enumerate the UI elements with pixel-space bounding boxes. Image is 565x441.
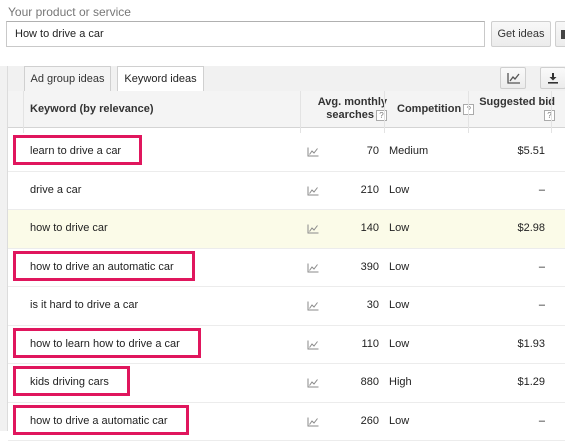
column-suggested-bid-header[interactable]: Suggested bid ?	[476, 96, 555, 122]
left-margin	[0, 66, 8, 431]
suggested-bid-cell: –	[478, 287, 545, 324]
tab-keyword-ideas[interactable]: Keyword ideas	[117, 66, 204, 92]
column-avg-searches-header[interactable]: Avg. monthly searches?	[314, 96, 387, 122]
trend-chart-icon[interactable]	[307, 301, 319, 311]
options-icon	[561, 30, 565, 39]
trend-chart-icon[interactable]	[307, 224, 319, 234]
searches-cell: 390	[328, 249, 379, 286]
column-keyword-header[interactable]: Keyword (by relevance)	[30, 103, 154, 115]
help-icon[interactable]: ?	[376, 110, 387, 121]
table-row[interactable]: drive a car 210 Low –	[8, 172, 565, 211]
trend-chart-icon[interactable]	[307, 340, 319, 350]
competition-cell: Low	[389, 287, 409, 324]
avg-header-line2: searches	[326, 109, 374, 121]
keyword-cell[interactable]: how to drive car	[30, 210, 108, 247]
keyword-cell[interactable]: is it hard to drive a car	[30, 287, 138, 324]
annotation-highlight-box	[13, 405, 189, 435]
suggested-bid-cell: –	[478, 403, 545, 440]
searches-cell: 110	[328, 326, 379, 363]
annotation-highlight-box	[13, 251, 195, 281]
product-label: Your product or service	[8, 5, 131, 19]
bid-header-label: Suggested bid	[479, 96, 555, 108]
tab-ad-group-ideas[interactable]: Ad group ideas	[24, 66, 111, 91]
competition-cell: Low	[389, 249, 409, 286]
trend-chart-icon[interactable]	[307, 378, 319, 388]
download-icon	[547, 72, 559, 84]
avg-header-line1: Avg. monthly	[318, 96, 387, 108]
table-row[interactable]: how to drive car 140 Low $2.98	[8, 210, 565, 249]
searches-cell: 880	[328, 364, 379, 401]
table-header: Keyword (by relevance) Avg. monthly sear…	[8, 91, 565, 128]
searches-cell: 140	[328, 210, 379, 247]
competition-cell: Medium	[389, 133, 428, 170]
competition-cell: Low	[389, 403, 409, 440]
searches-cell: 70	[328, 133, 379, 170]
suggested-bid-cell: –	[478, 172, 545, 209]
searches-cell: 30	[328, 287, 379, 324]
suggested-bid-cell: $5.51	[478, 133, 545, 170]
trend-chart-icon[interactable]	[307, 263, 319, 273]
suggested-bid-cell: $1.29	[478, 364, 545, 401]
competition-cell: High	[389, 364, 412, 401]
annotation-highlight-box	[13, 328, 201, 358]
chart-toggle-button[interactable]	[500, 67, 526, 89]
annotation-highlight-box	[13, 366, 130, 396]
keyword-cell[interactable]: drive a car	[30, 172, 81, 209]
competition-header-label: Competition	[397, 103, 461, 115]
search-input[interactable]	[6, 21, 485, 47]
competition-cell: Low	[389, 326, 409, 363]
get-ideas-button[interactable]: Get ideas	[491, 21, 551, 47]
trend-chart-icon[interactable]	[307, 417, 319, 427]
help-icon[interactable]: ?	[544, 110, 555, 121]
more-options-button[interactable]	[555, 21, 565, 47]
searches-cell: 210	[328, 172, 379, 209]
table-row[interactable]: is it hard to drive a car 30 Low –	[8, 287, 565, 326]
column-competition-header[interactable]: Competition?	[397, 103, 474, 115]
competition-cell: Low	[389, 172, 409, 209]
trend-chart-icon[interactable]	[307, 147, 319, 157]
suggested-bid-cell: $1.93	[478, 326, 545, 363]
suggested-bid-cell: $2.98	[478, 210, 545, 247]
trend-chart-icon[interactable]	[307, 186, 319, 196]
download-button[interactable]	[540, 67, 565, 89]
line-chart-icon	[507, 72, 521, 84]
suggested-bid-cell: –	[478, 249, 545, 286]
competition-cell: Low	[389, 210, 409, 247]
searches-cell: 260	[328, 403, 379, 440]
annotation-highlight-box	[13, 135, 142, 165]
